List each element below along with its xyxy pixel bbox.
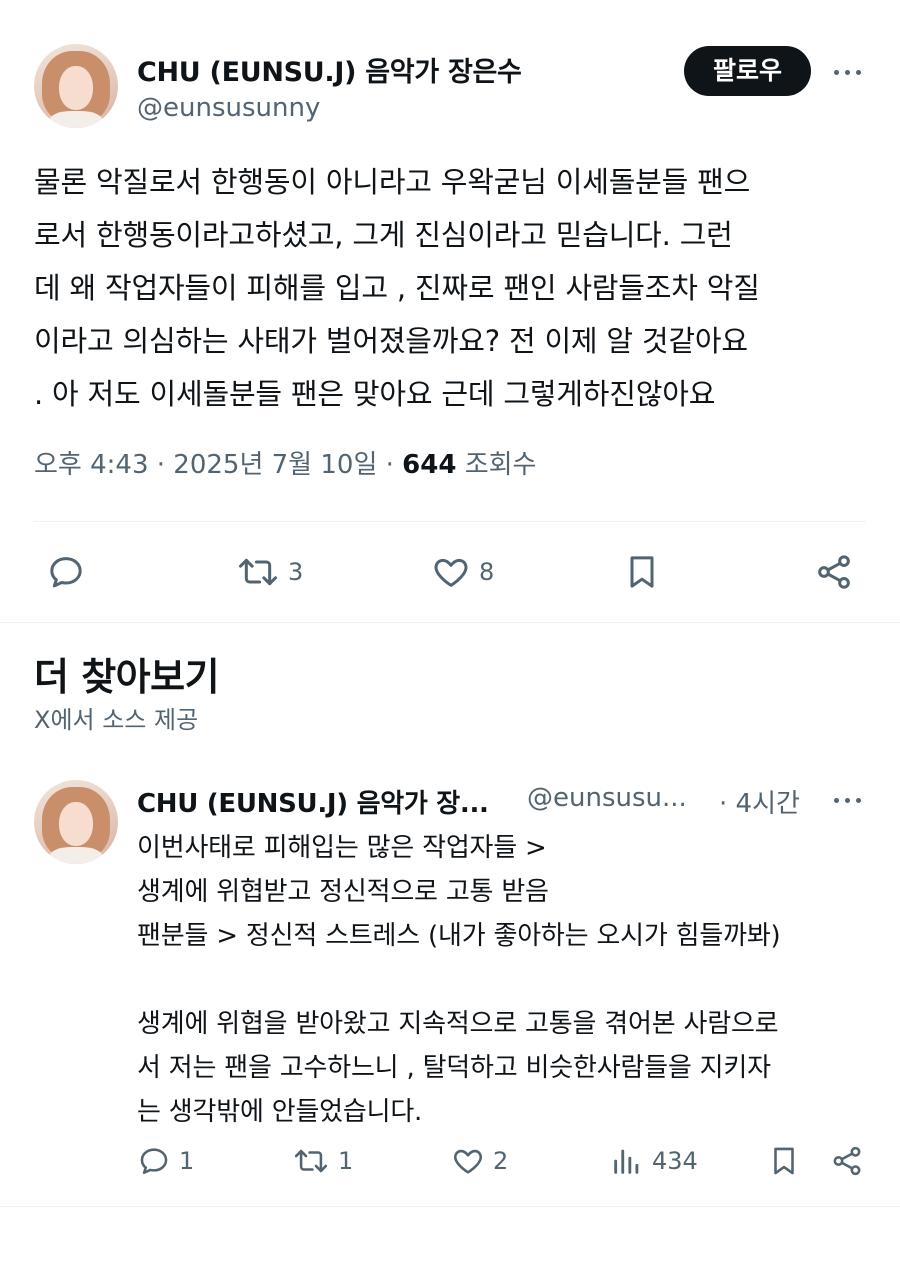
reply-more-options-icon[interactable] <box>831 783 865 817</box>
retweet-icon <box>294 1149 328 1173</box>
tweet-text-line: 물론 악질로서 한행동이 아니라고 우왁굳님 이세돌분들 팬으 <box>34 165 751 199</box>
like-button[interactable]: 8 <box>431 552 494 592</box>
reply-time[interactable]: · 4시간 <box>719 783 800 820</box>
reply-author-handle[interactable]: @eunsusu... <box>527 783 687 813</box>
reply-text-line <box>137 958 877 1002</box>
reply-like-button[interactable]: 2 <box>451 1144 508 1178</box>
reply-count: 1 <box>179 1147 195 1175</box>
retweet-count: 3 <box>288 558 304 586</box>
author-handle[interactable]: @eunsusunny <box>137 93 320 123</box>
tweet-detail-page: CHU (EUNSU.J) 음악가 장은수 @eunsusunny 팔로우 물론… <box>0 0 900 1262</box>
tweet-text-line: . 아 저도 이세돌분들 팬은 맞아요 근데 그렇게하진않아요 <box>34 377 716 411</box>
bookmark-button[interactable] <box>622 552 662 592</box>
retweet-icon <box>239 558 277 586</box>
tweet-text: 물론 악질로서 한행동이 아니라고 우왁굳님 이세돌분들 팬으 로서 한행동이라… <box>34 156 874 421</box>
reply-like-count: 2 <box>493 1147 509 1175</box>
reply-text-line: 팬분들 > 정신적 스트레스 (내가 좋아하는 오시가 힘들까봐) <box>137 921 781 951</box>
analytics-icon <box>614 1149 639 1174</box>
more-options-icon[interactable] <box>831 55 865 89</box>
reply-text-line: 서 저는 팬을 고수하느니 , 탈덕하고 비슷한사람들을 지키자 <box>137 1053 771 1083</box>
share-icon <box>818 555 850 589</box>
bookmark-icon <box>630 556 654 588</box>
discover-title: 더 찾아보기 <box>34 655 220 699</box>
reply-icon <box>140 1148 168 1175</box>
reply-header: CHU (EUNSU.J) 음악가 장... @eunsusu... · 4시간 <box>137 783 872 819</box>
reply-text-line: 생계에 위협을 받아왔고 지속적으로 고통을 겪어본 사람으로 <box>137 1009 779 1039</box>
reply-author-name[interactable]: CHU (EUNSU.J) 음악가 장... <box>137 783 489 820</box>
share-icon <box>833 1146 861 1176</box>
follow-button[interactable]: 팔로우 <box>684 46 811 96</box>
reply-text-line: 이번사태로 피해입는 많은 작업자들 > <box>137 833 547 863</box>
bottom-divider <box>0 1206 900 1207</box>
reply-button[interactable] <box>46 552 86 592</box>
avatar[interactable] <box>34 44 118 128</box>
views-count: 644 <box>402 450 457 480</box>
reply-views-button[interactable]: 434 <box>610 1144 698 1178</box>
tweet-meta: 오후 4:43 · 2025년 7월 10일 · 644 조회수 <box>34 444 536 481</box>
reply-avatar[interactable] <box>34 780 118 864</box>
heart-icon <box>454 1149 482 1174</box>
reply-share-button[interactable] <box>830 1144 864 1178</box>
reply-icon <box>50 557 82 588</box>
reply-views-count: 434 <box>652 1147 698 1175</box>
reply-reply-button[interactable]: 1 <box>137 1144 194 1178</box>
discover-subtitle: X에서 소스 제공 <box>34 706 199 734</box>
reply-text-line: 생계에 위협받고 정신적으로 고통 받음 <box>137 877 549 907</box>
retweet-button[interactable]: 3 <box>236 552 303 592</box>
reply-retweet-button[interactable]: 1 <box>292 1144 353 1178</box>
reply-retweet-count: 1 <box>338 1147 354 1175</box>
views-label: 조회수 <box>456 450 537 480</box>
tweet-text-line: 데 왜 작업자들이 피해를 입고 , 진짜로 팬인 사람들조차 악질 <box>34 271 760 305</box>
like-count: 8 <box>479 558 495 586</box>
tweet-timestamp[interactable]: 오후 4:43 · 2025년 7월 10일 · <box>34 450 402 480</box>
divider <box>34 521 866 522</box>
author-name[interactable]: CHU (EUNSU.J) 음악가 장은수 <box>137 50 522 89</box>
tweet-text-line: 로서 한행동이라고하셨고, 그게 진심이라고 믿습니다. 그런 <box>34 218 733 252</box>
share-button[interactable] <box>814 552 854 592</box>
reply-bookmark-button[interactable] <box>767 1144 801 1178</box>
tweet-text-line: 이라고 의심하는 사태가 벌어졌을까요? 전 이제 알 것같아요 <box>34 324 748 358</box>
bookmark-icon <box>774 1147 794 1175</box>
heart-icon <box>434 558 468 587</box>
reply-text-line: 는 생각밖에 안들었습니다. <box>137 1097 423 1127</box>
reply-text: 이번사태로 피해입는 많은 작업자들 > 생계에 위협받고 정신적으로 고통 받… <box>137 826 877 1134</box>
section-divider <box>0 622 900 623</box>
